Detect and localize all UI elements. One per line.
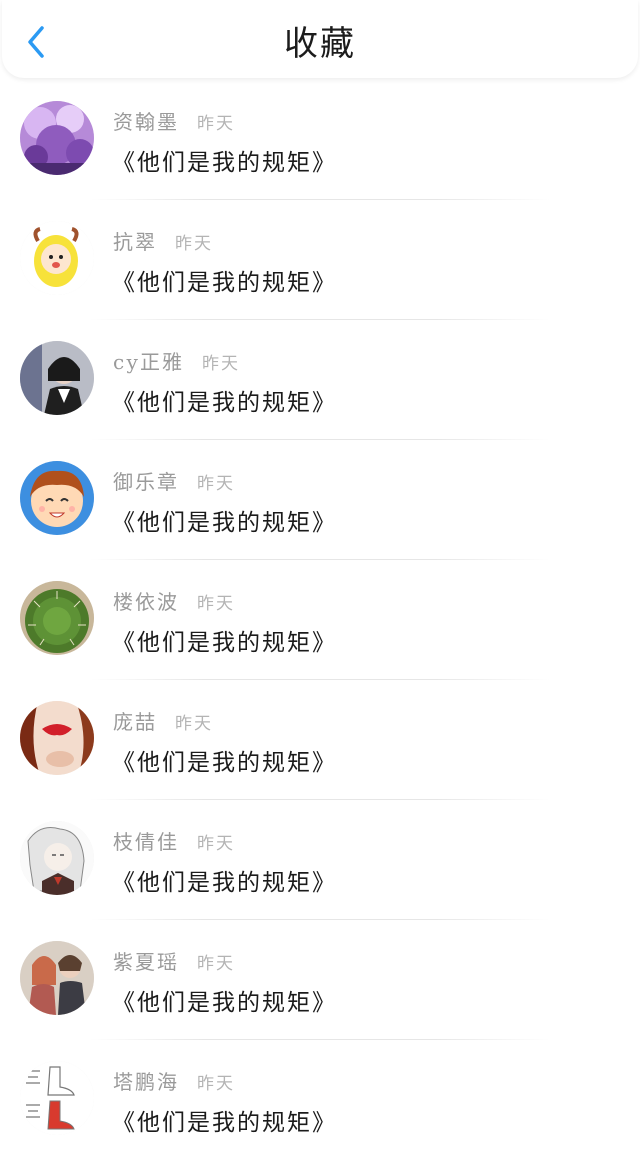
book-title: 《他们是我的规矩》	[112, 990, 337, 1016]
page-title: 收藏	[284, 24, 356, 64]
timestamp: 昨天	[197, 474, 235, 494]
list-item[interactable]: 御乐章 昨天 《他们是我的规矩》	[0, 440, 640, 560]
timestamp: 昨天	[197, 114, 235, 134]
list-item[interactable]: 塔鹏海 昨天 《他们是我的规矩》	[0, 1040, 640, 1160]
avatar[interactable]	[20, 221, 94, 295]
list-item[interactable]: 庞喆 昨天 《他们是我的规矩》	[0, 680, 640, 800]
author-name: 庞喆	[113, 710, 157, 734]
avatar[interactable]	[20, 941, 94, 1015]
avatar[interactable]	[20, 821, 94, 895]
avatar[interactable]	[20, 101, 94, 175]
author-name: 御乐章	[113, 470, 179, 494]
book-title: 《他们是我的规矩》	[112, 510, 337, 536]
author-name: 资翰墨	[113, 110, 179, 134]
list-item[interactable]: 紫夏瑶 昨天 《他们是我的规矩》	[0, 920, 640, 1040]
timestamp: 昨天	[197, 1074, 235, 1094]
favorites-list: 资翰墨 昨天 《他们是我的规矩》 抗翠 昨天 《他们是我的规矩》 су正雅 昨天…	[0, 80, 640, 1160]
avatar[interactable]	[20, 341, 94, 415]
author-name: 紫夏瑶	[113, 950, 179, 974]
list-item[interactable]: су正雅 昨天 《他们是我的规矩》	[0, 320, 640, 440]
timestamp: 昨天	[197, 834, 235, 854]
book-title: 《他们是我的规矩》	[112, 150, 337, 176]
author-name: 抗翠	[113, 230, 157, 254]
author-name: 楼依波	[113, 590, 179, 614]
timestamp: 昨天	[197, 954, 235, 974]
avatar[interactable]	[20, 581, 94, 655]
avatar[interactable]	[20, 461, 94, 535]
avatar[interactable]	[20, 701, 94, 775]
timestamp: 昨天	[175, 234, 213, 254]
book-title: 《他们是我的规矩》	[112, 1110, 337, 1136]
book-title: 《他们是我的规矩》	[112, 630, 337, 656]
book-title: 《他们是我的规矩》	[112, 390, 337, 416]
author-name: 塔鹏海	[113, 1070, 179, 1094]
author-name: су正雅	[113, 350, 184, 374]
author-name: 枝倩佳	[113, 830, 179, 854]
timestamp: 昨天	[175, 714, 213, 734]
avatar[interactable]	[20, 1061, 94, 1135]
list-item[interactable]: 枝倩佳 昨天 《他们是我的规矩》	[0, 800, 640, 920]
book-title: 《他们是我的规矩》	[112, 870, 337, 896]
list-item[interactable]: 抗翠 昨天 《他们是我的规矩》	[0, 200, 640, 320]
timestamp: 昨天	[197, 594, 235, 614]
book-title: 《他们是我的规矩》	[112, 750, 337, 776]
timestamp: 昨天	[201, 354, 240, 374]
list-item[interactable]: 楼依波 昨天 《他们是我的规矩》	[0, 560, 640, 680]
book-title: 《他们是我的规矩》	[112, 270, 337, 296]
list-item[interactable]: 资翰墨 昨天 《他们是我的规矩》	[0, 80, 640, 200]
top-navigation-bar: 收藏	[2, 0, 638, 78]
